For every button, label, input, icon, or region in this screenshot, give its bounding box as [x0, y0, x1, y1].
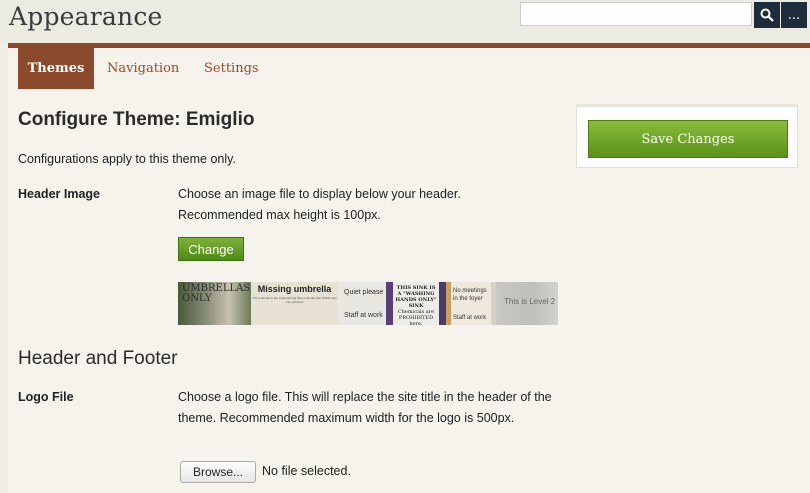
tab-themes[interactable]: Themes [18, 48, 94, 89]
banner-umbrellas-photo: UMBRELLAS ONLY [178, 282, 251, 325]
app-title: Appearance [9, 2, 163, 31]
banner-text-staff: Staff at work [344, 312, 383, 319]
top-bar: Appearance ... [0, 0, 810, 42]
banner-text-staff2: Staff at work [453, 315, 487, 321]
header-image-preview: UMBRELLAS ONLY Missing umbrella The umbr… [178, 282, 558, 325]
banner-meetings-sign: No meetings in the foyer Staff at work [446, 282, 496, 325]
banner-text-quiet: Quiet please [344, 289, 384, 296]
file-status-text: No file selected. [262, 464, 351, 478]
change-header-image-button[interactable]: Change [178, 237, 244, 261]
banner-text-missing-small: The umbrella in the cupboard big blue um… [252, 296, 337, 304]
banner-text-meetings: No meetings in the foyer [453, 288, 487, 302]
search-icon [760, 8, 774, 22]
search-button[interactable] [754, 2, 780, 28]
banner-level-sign: This is Level 2 [496, 282, 558, 325]
save-changes-button[interactable]: Save Changes [588, 120, 788, 158]
more-options-button[interactable]: ... [781, 2, 807, 28]
logo-file-label: Logo File [18, 390, 74, 404]
header-image-description: Choose an image file to display below yo… [178, 184, 558, 226]
banner-sink-sign: THIS SINK IS A "WASHING HANDS ONLY" SINK… [386, 282, 446, 325]
tab-settings[interactable]: Settings [204, 48, 259, 89]
banner-missing-umbrella: Missing umbrella The umbrella in the cup… [251, 282, 338, 325]
page-title: Configure Theme: Emiglio [18, 109, 255, 130]
banner-text-chemicals: Chemicals are PROHIBITED here. [397, 309, 435, 325]
logo-file-description: Choose a logo file. This will replace th… [178, 390, 552, 425]
header-image-desc-line1: Choose an image file to display below yo… [178, 187, 461, 201]
banner-text-level: This is Level 2 [504, 297, 556, 306]
search-input[interactable] [520, 2, 752, 26]
header-image-desc-line2: Recommended max height is 100px. [178, 208, 381, 222]
banner-quiet-please: Quiet please Staff at work [338, 282, 386, 325]
banner-text-umbrellas: UMBRELLAS ONLY [182, 283, 251, 304]
banner-text-sink: THIS SINK IS A "WASHING HANDS ONLY" SINK [395, 285, 437, 309]
tab-navigation[interactable]: Navigation [107, 48, 179, 89]
browse-file-button[interactable]: Browse... [180, 461, 256, 483]
section-title-header-footer: Header and Footer [18, 348, 178, 369]
config-note: Configurations apply to this theme only. [18, 152, 236, 166]
header-image-label: Header Image [18, 187, 100, 201]
banner-text-missing: Missing umbrella [257, 284, 332, 294]
